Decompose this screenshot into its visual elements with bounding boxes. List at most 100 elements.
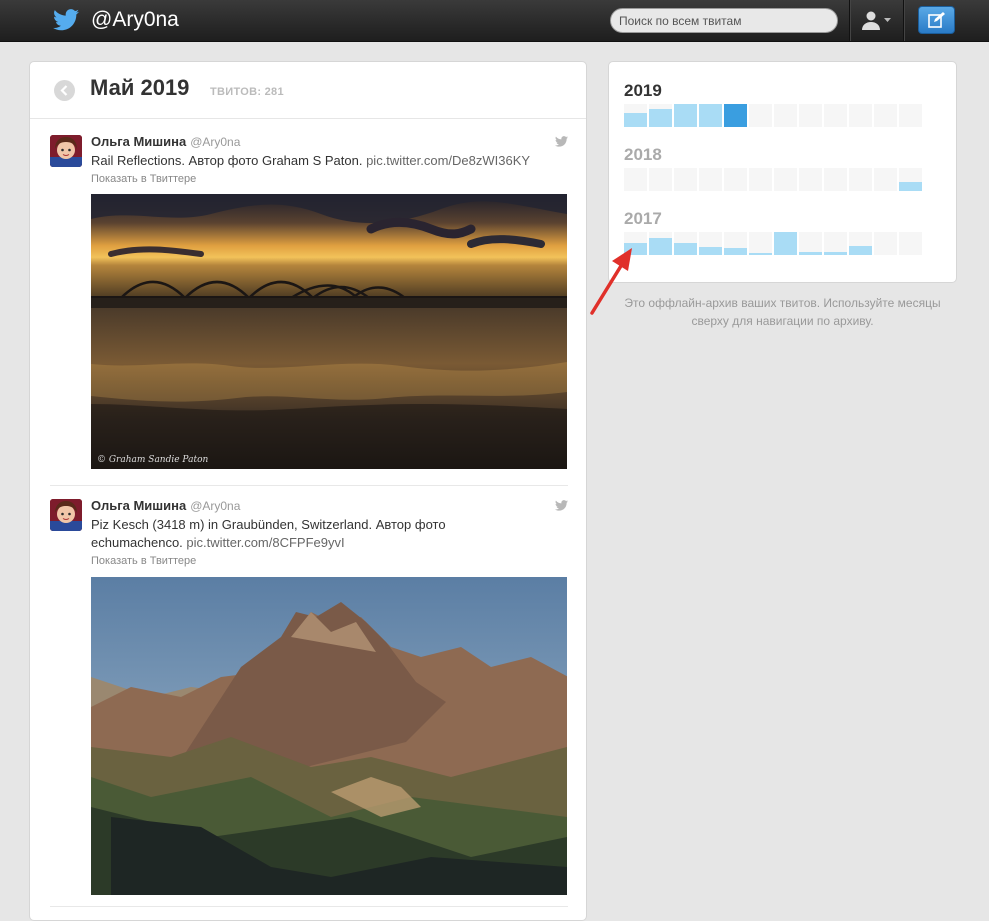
month-cell-2019-nov[interactable] (874, 104, 897, 127)
month-cell-2018-jan[interactable] (624, 168, 647, 191)
month-cell-2017-may[interactable] (724, 232, 747, 255)
archive-note: Это оффлайн-архив ваших твитов. Использу… (624, 296, 941, 328)
user-menu-button[interactable] (851, 0, 901, 41)
month-bar (824, 252, 847, 255)
top-bar: @Ary0na (0, 0, 989, 42)
year-2018-months (624, 168, 924, 191)
previous-month-button[interactable] (54, 80, 75, 101)
month-cell-2018-sep[interactable] (824, 168, 847, 191)
year-2018-label[interactable]: 2018 (624, 145, 662, 165)
year-2017-label[interactable]: 2017 (624, 209, 662, 229)
month-bar (799, 252, 822, 255)
month-bar (674, 104, 697, 127)
month-cell-2018-aug[interactable] (799, 168, 822, 191)
month-cell-2018-may[interactable] (724, 168, 747, 191)
month-cell-2019-sep[interactable] (824, 104, 847, 127)
author-handle: @Ary0na (190, 135, 241, 149)
month-cell-2017-oct[interactable] (849, 232, 872, 255)
year-2019-months (624, 104, 924, 127)
month-cell-2018-jun[interactable] (749, 168, 772, 191)
month-bar (699, 104, 722, 127)
tweet-photo[interactable] (91, 577, 567, 895)
page-title: Май 2019 (90, 75, 190, 100)
month-bar (774, 232, 797, 255)
month-cell-2017-mar[interactable] (674, 232, 697, 255)
avatar[interactable] (50, 499, 82, 531)
month-cell-2019-may[interactable] (724, 104, 747, 127)
compose-tweet-button[interactable] (918, 6, 955, 34)
month-cell-2019-oct[interactable] (849, 104, 872, 127)
search-input[interactable] (610, 8, 838, 33)
twitter-bird-icon[interactable] (53, 9, 79, 31)
month-cell-2017-aug[interactable] (799, 232, 822, 255)
tweet-text: Rail Reflections. Автор фото Graham S Pa… (91, 152, 571, 170)
year-2019-label[interactable]: 2019 (624, 81, 662, 101)
divider (50, 485, 568, 486)
account-handle[interactable]: @Ary0na (91, 8, 179, 32)
month-cell-2018-jul[interactable] (774, 168, 797, 191)
month-cell-2019-jun[interactable] (749, 104, 772, 127)
month-cell-2018-apr[interactable] (699, 168, 722, 191)
month-cell-2018-dec[interactable] (899, 168, 922, 191)
month-cell-2018-nov[interactable] (874, 168, 897, 191)
month-cell-2018-mar[interactable] (674, 168, 697, 191)
month-bar (699, 247, 722, 255)
month-cell-2017-sep[interactable] (824, 232, 847, 255)
month-bar (649, 109, 672, 127)
compose-icon (928, 12, 945, 28)
chevron-left-icon (60, 85, 68, 96)
author-handle: @Ary0na (190, 499, 241, 513)
avatar[interactable] (50, 135, 82, 167)
month-cell-2018-feb[interactable] (649, 168, 672, 191)
year-2017-months (624, 232, 924, 255)
divider (903, 0, 905, 41)
tweet-author[interactable]: Ольга Мишина @Ary0na (91, 498, 240, 513)
month-cell-2017-feb[interactable] (649, 232, 672, 255)
month-header: Май 2019 ТВИТОВ: 281 (30, 62, 586, 119)
show-on-twitter-link[interactable]: Показать в Твиттере (91, 173, 196, 185)
twitter-bird-icon (555, 136, 568, 147)
month-bar (899, 182, 922, 191)
tweet-media-link[interactable]: pic.twitter.com/8CFPFe9yvI (186, 535, 344, 550)
tweet-text: Piz Kesch (3418 m) in Graubünden, Switze… (91, 516, 491, 552)
month-cell-2019-dec[interactable] (899, 104, 922, 127)
month-cell-2018-oct[interactable] (849, 168, 872, 191)
month-bar (724, 248, 747, 255)
avatar-image (50, 135, 82, 167)
photo-watermark: © Graham Sandie Paton (97, 455, 208, 465)
tweet-media-link[interactable]: pic.twitter.com/De8zWI36KY (366, 153, 530, 168)
month-bar (724, 104, 747, 127)
month-cell-2017-nov[interactable] (874, 232, 897, 255)
tweet-count: ТВИТОВ: 281 (210, 86, 284, 98)
month-bar (649, 238, 672, 255)
month-cell-2019-mar[interactable] (674, 104, 697, 127)
avatar-image (50, 499, 82, 531)
month-cell-2019-feb[interactable] (649, 104, 672, 127)
tweet-photo[interactable]: © Graham Sandie Paton (91, 194, 567, 469)
month-cell-2019-jan[interactable] (624, 104, 647, 127)
month-cell-2019-jul[interactable] (774, 104, 797, 127)
archive-panel: 2019 2018 2017 (608, 61, 957, 283)
tweet: Ольга Мишина @Ary0na Rail Reflections. Ав… (30, 132, 586, 486)
month-bar (749, 253, 772, 255)
photo-bridge-sunset: © Graham Sandie Paton (91, 194, 567, 469)
month-bar (624, 113, 647, 127)
twitter-bird-icon (555, 500, 568, 511)
tweet-author[interactable]: Ольга Мишина @Ary0na (91, 134, 240, 149)
author-name: Ольга Мишина (91, 498, 187, 513)
show-on-twitter-link[interactable]: Показать в Твиттере (91, 555, 196, 567)
month-cell-2017-apr[interactable] (699, 232, 722, 255)
month-cell-2019-apr[interactable] (699, 104, 722, 127)
chevron-down-icon (884, 18, 891, 22)
divider (50, 906, 568, 907)
tweets-panel: Май 2019 ТВИТОВ: 281 Ольга Мишина @Ary0na… (29, 61, 587, 921)
user-icon (862, 11, 880, 30)
annotation-arrow (590, 248, 632, 315)
month-cell-2019-aug[interactable] (799, 104, 822, 127)
month-bar (674, 243, 697, 255)
photo-mountains (91, 577, 567, 895)
month-cell-2017-dec[interactable] (899, 232, 922, 255)
month-cell-2017-jun[interactable] (749, 232, 772, 255)
month-cell-2017-jul[interactable] (774, 232, 797, 255)
tweet: Ольга Мишина @Ary0na Piz Kesch (3418 m) i… (30, 496, 586, 916)
